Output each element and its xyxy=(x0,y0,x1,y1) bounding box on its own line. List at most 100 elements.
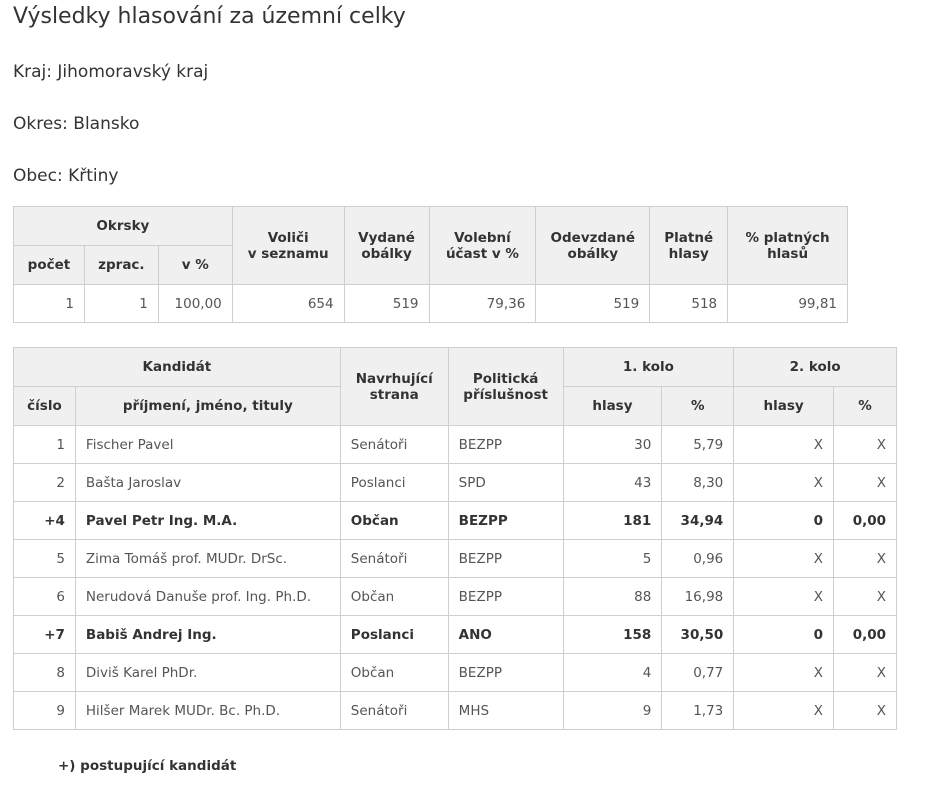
cell-hlasy1: 5 xyxy=(562,539,663,578)
header-pct-platnych: % platných hlasů xyxy=(727,206,848,285)
header-hlasy1: hlasy xyxy=(562,386,663,426)
cell-prislusnost: BEZPP xyxy=(447,577,564,616)
header-jmeno: příjmení, jméno, tituly xyxy=(74,386,341,426)
cell-hlasy1: 158 xyxy=(562,615,663,654)
cell-ucast: 79,36 xyxy=(428,284,537,323)
cell-hlasy2: X xyxy=(733,539,834,578)
cell-prislusnost: SPD xyxy=(447,463,564,502)
cell-jmeno: Pavel Petr Ing. M.A. xyxy=(74,501,341,540)
header-strana: Navrhující strana xyxy=(339,347,449,426)
cell-pct2: 0,00 xyxy=(832,501,898,540)
header-platne: Platné hlasy xyxy=(649,206,729,285)
cell-cislo: +4 xyxy=(13,501,76,540)
cell-cislo: 9 xyxy=(13,691,76,730)
table-row: +4 Pavel Petr Ing. M.A. Občan BEZPP 181 34,94… xyxy=(13,501,898,540)
cell-prislusnost: BEZPP xyxy=(447,539,564,578)
header-ucast: Volební účast v % xyxy=(428,206,537,285)
cell-jmeno: Fischer Pavel xyxy=(74,425,341,464)
cell-strana: Občan xyxy=(339,653,449,692)
cell-hlasy2: X xyxy=(733,425,834,464)
cell-pct2: X xyxy=(832,463,898,502)
cell-cislo: 1 xyxy=(13,425,76,464)
cell-jmeno: Hilšer Marek MUDr. Bc. Ph.D. xyxy=(74,691,341,730)
header-kandidat: Kandidát xyxy=(13,347,341,387)
cell-vpct: 100,00 xyxy=(157,284,233,323)
cell-pct1: 0,77 xyxy=(661,653,735,692)
cell-pct2: X xyxy=(832,539,898,578)
header-odevzdane: Odevzdané obálky xyxy=(535,206,651,285)
municipality-label: Obec: Křtiny xyxy=(13,166,119,186)
table-row: 9 Hilšer Marek MUDr. Bc. Ph.D. Senátoři MHS… xyxy=(13,691,898,730)
header-zprac: zprac. xyxy=(83,245,159,285)
header-okrsky: Okrsky xyxy=(13,206,233,246)
cell-hlasy1: 88 xyxy=(562,577,663,616)
cell-hlasy1: 4 xyxy=(562,653,663,692)
cell-pct1: 1,73 xyxy=(661,691,735,730)
cell-cislo: 8 xyxy=(13,653,76,692)
page-title: Výsledky hlasování za územní celky xyxy=(13,4,406,29)
cell-hlasy2: X xyxy=(733,577,834,616)
cell-cislo: 2 xyxy=(13,463,76,502)
footnote: +) postupující kandidát xyxy=(58,758,237,774)
cell-pct1: 30,50 xyxy=(661,615,735,654)
header-cislo: číslo xyxy=(13,386,76,426)
cell-pct2: X xyxy=(832,653,898,692)
candidates-table: Kandidát Navrhující strana Politická přísl… xyxy=(13,347,898,730)
cell-hlasy2: 0 xyxy=(733,615,834,654)
cell-pct1: 5,79 xyxy=(661,425,735,464)
cell-cislo: 5 xyxy=(13,539,76,578)
cell-pct2: 0,00 xyxy=(832,615,898,654)
cell-prislusnost: BEZPP xyxy=(447,653,564,692)
header-pct2: % xyxy=(832,386,898,426)
cell-pct1: 34,94 xyxy=(661,501,735,540)
cell-hlasy2: 0 xyxy=(733,501,834,540)
table-row: 6 Nerudová Danuše prof. Ing. Ph.D. Občan BE… xyxy=(13,577,898,616)
cell-hlasy2: X xyxy=(733,691,834,730)
cell-hlasy2: X xyxy=(733,463,834,502)
cell-strana: Poslanci xyxy=(339,615,449,654)
cell-prislusnost: ANO xyxy=(447,615,564,654)
cell-pct1: 8,30 xyxy=(661,463,735,502)
header-pct1: % xyxy=(661,386,735,426)
cell-pct2: X xyxy=(832,425,898,464)
cell-hlasy1: 43 xyxy=(562,463,663,502)
cell-pct1: 16,98 xyxy=(661,577,735,616)
cell-strana: Občan xyxy=(339,577,449,616)
cell-jmeno: Diviš Karel PhDr. xyxy=(74,653,341,692)
header-vpct: v % xyxy=(157,245,233,285)
district-label: Okres: Blansko xyxy=(13,114,140,134)
table-row: 2 Bašta Jaroslav Poslanci SPD 43 8,30 X X xyxy=(13,463,898,502)
header-volici: Voliči v seznamu xyxy=(231,206,345,285)
cell-prislusnost: BEZPP xyxy=(447,425,564,464)
table-row: +7 Babiš Andrej Ing. Poslanci ANO 158 30,50 0 0… xyxy=(13,615,898,654)
table-row: 1 Fischer Pavel Senátoři BEZPP 30 5,79 X X xyxy=(13,425,898,464)
cell-strana: Poslanci xyxy=(339,463,449,502)
cell-platne: 518 xyxy=(649,284,729,323)
cell-jmeno: Babiš Andrej Ing. xyxy=(74,615,341,654)
header-pocet: počet xyxy=(13,245,85,285)
cell-volici: 654 xyxy=(231,284,345,323)
header-kolo2: 2. kolo xyxy=(733,347,897,387)
table-row: 5 Zima Tomáš prof. MUDr. DrSc. Senátoři BEZ… xyxy=(13,539,898,578)
cell-pct2: X xyxy=(832,577,898,616)
cell-strana: Občan xyxy=(339,501,449,540)
cell-vydane: 519 xyxy=(343,284,430,323)
cell-odevzdane: 519 xyxy=(535,284,651,323)
region-label: Kraj: Jihomoravský kraj xyxy=(13,62,209,82)
cell-cislo: 6 xyxy=(13,577,76,616)
header-vydane: Vydané obálky xyxy=(343,206,430,285)
table-row: 8 Diviš Karel PhDr. Občan BEZPP 4 0,77 X X xyxy=(13,653,898,692)
summary-row: 1 1 100,00 654 519 79,36 519 518 99,81 xyxy=(13,284,848,323)
cell-hlasy2: X xyxy=(733,653,834,692)
cell-strana: Senátoři xyxy=(339,539,449,578)
cell-prislusnost: MHS xyxy=(447,691,564,730)
cell-hlasy1: 30 xyxy=(562,425,663,464)
cell-strana: Senátoři xyxy=(339,425,449,464)
header-prislusnost: Politická příslušnost xyxy=(447,347,564,426)
cell-hlasy1: 9 xyxy=(562,691,663,730)
cell-pct1: 0,96 xyxy=(661,539,735,578)
cell-hlasy1: 181 xyxy=(562,501,663,540)
summary-table: Okrsky Voliči v seznamu Vydané obálky Vole… xyxy=(13,206,848,323)
header-hlasy2: hlasy xyxy=(733,386,834,426)
cell-pocet: 1 xyxy=(13,284,85,323)
